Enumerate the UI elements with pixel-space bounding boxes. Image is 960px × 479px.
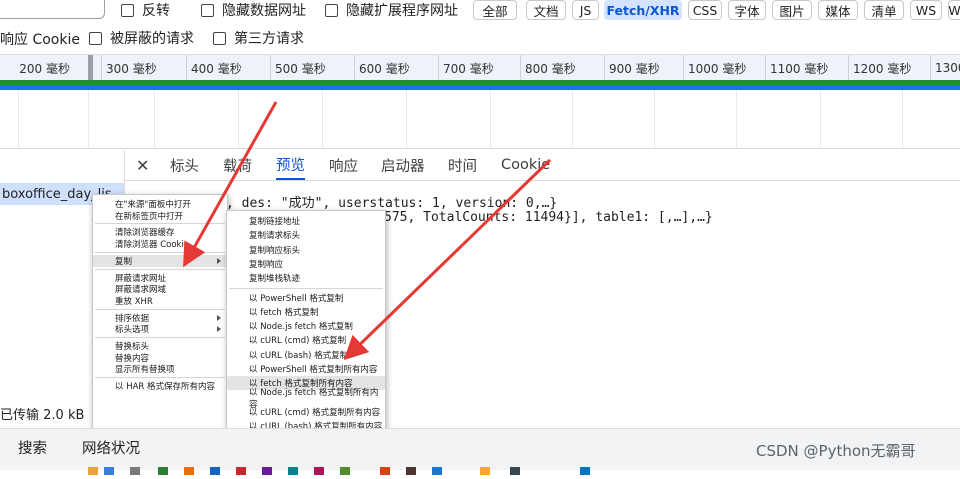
arrow-to-curl-bash [343,158,552,361]
annotation-arrows [183,101,552,361]
arrow-to-copy [183,101,278,268]
